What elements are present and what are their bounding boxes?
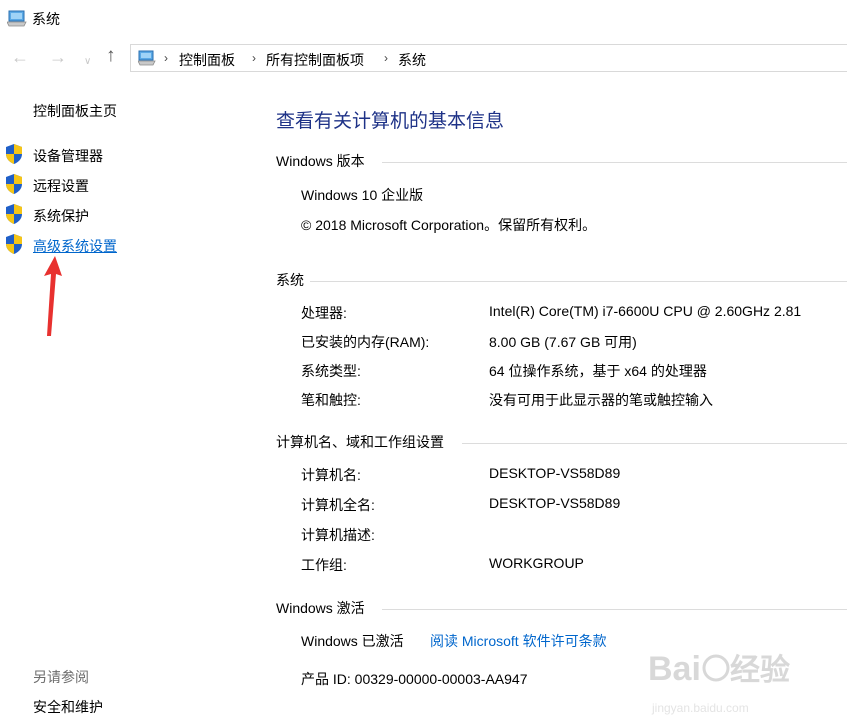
sidebar-item-label: 远程设置	[33, 178, 89, 194]
breadcrumb-control-panel[interactable]: 控制面板	[179, 50, 235, 70]
svg-text:经验: 经验	[730, 653, 790, 688]
section-divider	[462, 443, 847, 444]
shield-icon	[6, 174, 22, 194]
title-bar: 系统	[0, 0, 847, 36]
monitor-icon	[7, 10, 27, 27]
shield-icon	[6, 204, 22, 224]
full-computer-name-value: DESKTOP-VS58D89	[489, 495, 621, 511]
control-panel-icon	[138, 50, 156, 66]
windows-edition-value: Windows 10 企业版	[301, 187, 424, 203]
section-header-system: 系统	[276, 272, 304, 288]
workgroup-label: 工作组:	[301, 557, 347, 573]
activation-status: Windows 已激活	[301, 633, 404, 649]
navigation-bar: ← → ∨ ↑ › 控制面板 › 所有控制面板项 › 系统	[0, 40, 847, 76]
computer-name-value: DESKTOP-VS58D89	[489, 465, 621, 481]
chevron-down-icon[interactable]: ∨	[84, 53, 91, 71]
product-id: 产品 ID: 00329-00000-00003-AA947	[301, 671, 528, 687]
annotation-arrow-icon	[44, 256, 62, 336]
pen-touch-value: 没有可用于此显示器的笔或触控输入	[489, 392, 713, 408]
license-terms-link[interactable]: 阅读 Microsoft 软件许可条款	[430, 631, 607, 651]
arrow-up-icon[interactable]: ↑	[106, 46, 116, 65]
computer-name-label: 计算机名:	[301, 467, 361, 483]
window-title: 系统	[32, 11, 60, 27]
section-divider	[382, 609, 847, 610]
breadcrumb-separator: ›	[384, 51, 388, 65]
arrow-right-icon[interactable]: →	[49, 48, 67, 66]
section-header-computer-name: 计算机名、域和工作组设置	[276, 434, 444, 450]
sidebar-item-label: 系统保护	[33, 208, 89, 224]
see-also-security-maintenance-link[interactable]: 安全和维护	[33, 697, 103, 717]
shield-icon	[6, 144, 22, 164]
processor-label: 处理器:	[301, 305, 347, 321]
address-bar[interactable]: › 控制面板 › 所有控制面板项 › 系统	[130, 44, 847, 72]
breadcrumb-all-items[interactable]: 所有控制面板项	[266, 50, 364, 70]
breadcrumb-separator: ›	[164, 51, 168, 65]
full-computer-name-label: 计算机全名:	[301, 497, 375, 513]
page-title: 查看有关计算机的基本信息	[276, 111, 505, 132]
system-type-value: 64 位操作系统，基于 x64 的处理器	[489, 363, 707, 379]
copyright-text: © 2018 Microsoft Corporation。保留所有权利。	[301, 217, 597, 233]
workgroup-value: WORKGROUP	[489, 555, 584, 571]
breadcrumb-system[interactable]: 系统	[398, 50, 426, 70]
pen-touch-label: 笔和触控:	[301, 392, 361, 408]
ram-value: 8.00 GB (7.67 GB 可用)	[489, 334, 637, 350]
svg-text:Bai: Bai	[648, 650, 701, 688]
breadcrumb-separator: ›	[252, 51, 256, 65]
see-also-header: 另请参阅	[33, 669, 89, 685]
control-panel-home-link[interactable]: 控制面板主页	[33, 101, 117, 121]
section-divider	[310, 281, 847, 282]
sidebar-item-label: 设备管理器	[33, 148, 103, 164]
sidebar-item-label: 高级系统设置	[33, 238, 117, 254]
baidu-watermark-logo: Bai 经验 jingyan.baidu.com	[648, 650, 790, 715]
shield-icon	[6, 234, 22, 254]
arrow-left-icon[interactable]: ←	[11, 48, 29, 66]
processor-value: Intel(R) Core(TM) i7-6600U CPU @ 2.60GHz…	[489, 303, 802, 319]
section-divider	[382, 162, 847, 163]
computer-description-label: 计算机描述:	[301, 527, 375, 543]
svg-text:jingyan.baidu.com: jingyan.baidu.com	[651, 701, 749, 715]
section-header-activation: Windows 激活	[276, 600, 365, 616]
system-type-label: 系统类型:	[301, 363, 361, 379]
section-header-windows-edition: Windows 版本	[276, 153, 365, 169]
ram-label: 已安装的内存(RAM):	[301, 334, 430, 350]
